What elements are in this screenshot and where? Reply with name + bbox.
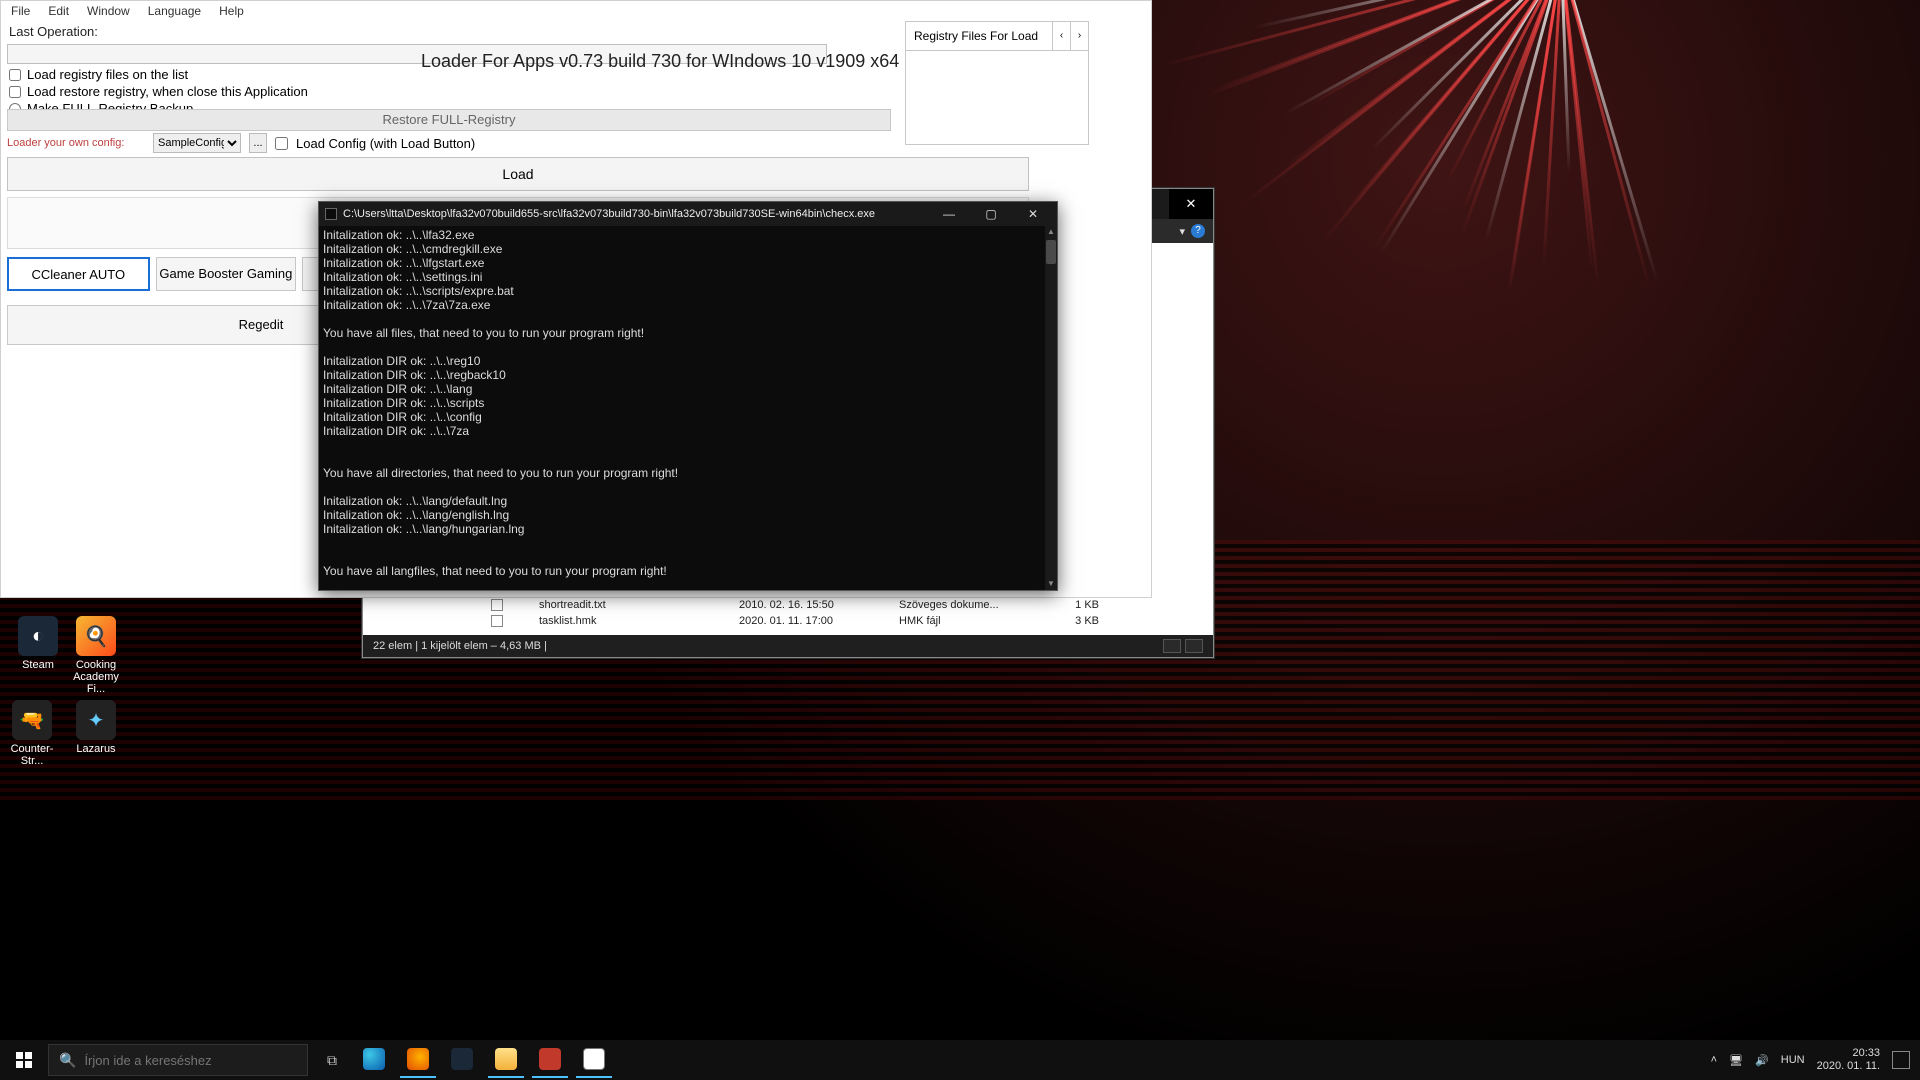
taskbar-app-explorer[interactable] <box>484 1040 528 1080</box>
registry-prev-button[interactable]: ‹ <box>1052 22 1070 50</box>
explorer-status-text: 22 elem | 1 kijelölt elem – 4,63 MB | <box>373 640 547 652</box>
checkbox-load-registry-label: Load registry files on the list <box>27 67 188 82</box>
desktop-icon-steam[interactable]: ◐Steam <box>6 616 70 671</box>
desktop-icon-label: Lazarus <box>64 743 128 755</box>
tray-volume-icon[interactable]: 🔊 <box>1755 1054 1769 1067</box>
taskbar-app-red[interactable] <box>528 1040 572 1080</box>
taskbar-app-steam[interactable] <box>440 1040 484 1080</box>
system-tray: ˄ 🖥 🔊 HUN 20:33 2020. 01. 11. <box>1701 1047 1920 1073</box>
scroll-thumb[interactable] <box>1046 240 1056 264</box>
checkbox-load-config-label: Load Config (with Load Button) <box>296 136 475 151</box>
desktop-icon-cooking[interactable]: 🍳Cooking Academy Fi... <box>64 616 128 695</box>
load-button[interactable]: Load <box>7 157 1029 191</box>
console-output[interactable]: Initalization ok: ..\..\lfa32.exe Inital… <box>319 226 1045 590</box>
menu-edit[interactable]: Edit <box>48 4 69 18</box>
console-title: C:\Users\ltta\Desktop\lfa32v070build655-… <box>343 208 875 220</box>
explorer-file-list[interactable]: shortreadit.txt 2010. 02. 16. 15:50 Szöv… <box>481 597 1213 631</box>
menubar: File Edit Window Language Help <box>1 1 1151 21</box>
gamebooster-button[interactable]: Game Booster Gaming <box>156 257 297 291</box>
start-button[interactable] <box>0 1040 48 1080</box>
menu-help[interactable]: Help <box>219 4 244 18</box>
taskbar-app-edge[interactable] <box>352 1040 396 1080</box>
desktop-icon-label: Cooking Academy Fi... <box>64 659 128 695</box>
console-scrollbar[interactable]: ▲ ▼ <box>1045 226 1057 590</box>
scroll-up-icon[interactable]: ▲ <box>1045 226 1057 238</box>
console-minimize-button[interactable]: — <box>931 203 967 225</box>
registry-files-panel: Registry Files For Load ‹ › <box>905 21 1089 145</box>
registry-files-list[interactable] <box>905 51 1089 145</box>
tray-date: 2020. 01. 11. <box>1817 1060 1880 1073</box>
console-close-button[interactable]: ✕ <box>1015 203 1051 225</box>
file-name: shortreadit.txt <box>539 599 709 611</box>
file-row[interactable]: tasklist.hmk 2020. 01. 11. 17:00 HMK fáj… <box>481 613 1213 629</box>
file-name: tasklist.hmk <box>539 615 709 627</box>
desktop-icon-lazarus[interactable]: ✦Lazarus <box>64 700 128 755</box>
notification-center-icon[interactable] <box>1892 1051 1910 1069</box>
ccleaner-button[interactable]: CCleaner AUTO <box>7 257 150 291</box>
chevron-down-icon[interactable]: ▾ <box>1179 225 1185 238</box>
checkbox-restore-registry-label: Load restore registry, when close this A… <box>27 84 308 99</box>
menu-file[interactable]: File <box>11 4 30 18</box>
tray-chevron-icon[interactable]: ˄ <box>1711 1054 1717 1066</box>
file-date: 2010. 02. 16. 15:50 <box>739 599 869 611</box>
restore-full-registry-button[interactable]: Restore FULL-Registry <box>7 109 891 131</box>
taskbar: 🔍 ⧉ ˄ 🖥 🔊 HUN 20:33 2020. 01. 11. <box>0 1040 1920 1080</box>
file-date: 2020. 01. 11. 17:00 <box>739 615 869 627</box>
explorer-close-button[interactable]: ✕ <box>1169 189 1213 219</box>
desktop-icon-label: Steam <box>6 659 70 671</box>
desktop-icon-counterstrike[interactable]: 🔫Counter-Str... <box>0 700 64 767</box>
file-size: 3 KB <box>1049 615 1099 627</box>
tray-time: 20:33 <box>1817 1047 1880 1060</box>
tray-network-icon[interactable]: 🖥 <box>1729 1054 1743 1067</box>
file-type: Szöveges dokume... <box>899 599 1019 611</box>
taskbar-search[interactable]: 🔍 <box>48 1044 308 1076</box>
scroll-down-icon[interactable]: ▼ <box>1045 578 1057 590</box>
loader-title: Loader For Apps v0.73 build 730 for WInd… <box>421 51 899 72</box>
explorer-statusbar: 22 elem | 1 kijelölt elem – 4,63 MB | <box>363 635 1213 657</box>
help-icon[interactable]: ? <box>1191 224 1205 238</box>
tray-clock[interactable]: 20:33 2020. 01. 11. <box>1817 1047 1880 1073</box>
desktop-icon-label: Counter-Str... <box>0 743 64 767</box>
view-details-button[interactable] <box>1163 639 1181 653</box>
taskbar-app-loader[interactable] <box>572 1040 616 1080</box>
checkbox-load-registry[interactable] <box>9 69 21 81</box>
config-browse-button[interactable]: ... <box>249 133 267 153</box>
file-size: 1 KB <box>1049 599 1099 611</box>
console-titlebar[interactable]: C:\Users\ltta\Desktop\lfa32v070build655-… <box>319 202 1057 226</box>
console-maximize-button[interactable]: ▢ <box>973 203 1009 225</box>
registry-next-button[interactable]: › <box>1070 22 1088 50</box>
config-select[interactable]: SampleConfig <box>153 133 241 153</box>
file-row[interactable]: shortreadit.txt 2010. 02. 16. 15:50 Szöv… <box>481 597 1213 613</box>
taskbar-app-firefox[interactable] <box>396 1040 440 1080</box>
file-type: HMK fájl <box>899 615 1019 627</box>
checkbox-load-config[interactable] <box>275 137 288 150</box>
file-icon <box>491 599 503 611</box>
console-window: C:\Users\ltta\Desktop\lfa32v070build655-… <box>318 201 1058 591</box>
tray-language[interactable]: HUN <box>1781 1054 1805 1066</box>
search-icon: 🔍 <box>59 1052 76 1069</box>
registry-panel-title: Registry Files For Load <box>906 23 1052 49</box>
search-input[interactable] <box>84 1053 297 1068</box>
file-icon <box>491 615 503 627</box>
menu-window[interactable]: Window <box>87 4 130 18</box>
task-view-button[interactable]: ⧉ <box>312 1052 352 1069</box>
view-tiles-button[interactable] <box>1185 639 1203 653</box>
checkbox-restore-registry[interactable] <box>9 86 21 98</box>
config-label: Loader your own config: <box>7 137 145 149</box>
console-icon <box>325 208 337 220</box>
menu-language[interactable]: Language <box>148 4 201 18</box>
